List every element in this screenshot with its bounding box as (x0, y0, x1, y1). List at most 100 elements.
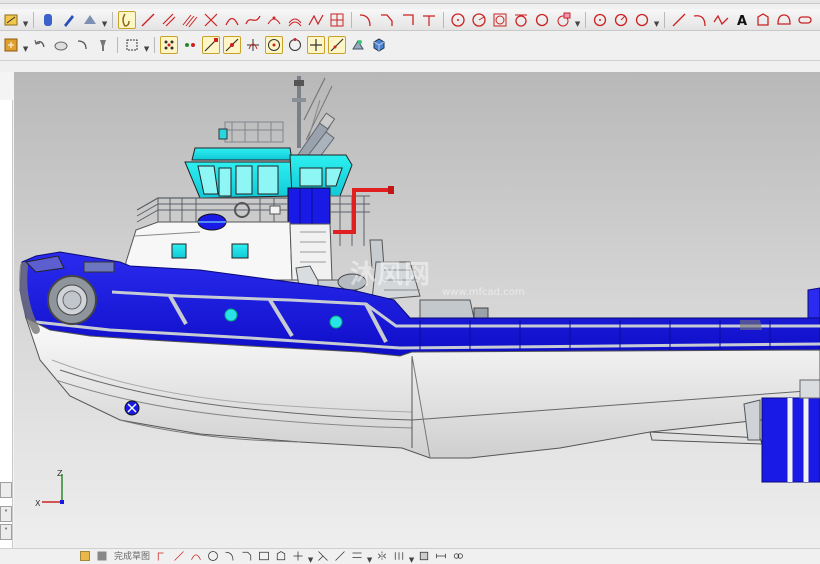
circle-pt-icon[interactable] (612, 11, 630, 29)
polygon-icon[interactable] (274, 549, 288, 562)
multi-line-icon[interactable] (181, 11, 199, 29)
extend-icon[interactable] (420, 11, 438, 29)
graphics-viewport[interactable]: 沐风网 www.mfcad.com Z X (14, 72, 820, 548)
endpoint-icon[interactable] (202, 36, 220, 54)
snap-icon[interactable] (2, 36, 20, 54)
shape-icon[interactable] (775, 11, 793, 29)
midpoint-icon[interactable] (223, 36, 241, 54)
triad-z-label: Z (57, 469, 63, 478)
quadrant-icon[interactable] (286, 36, 304, 54)
mirror-icon[interactable] (375, 549, 389, 562)
control-point-icon[interactable] (244, 36, 262, 54)
select-box-icon[interactable] (123, 36, 141, 54)
circle-tangent-icon[interactable] (512, 11, 530, 29)
intersection-icon[interactable] (307, 36, 325, 54)
point-icon[interactable] (291, 549, 305, 562)
parallel-lines-icon[interactable] (160, 11, 178, 29)
arc-center-icon[interactable] (265, 36, 283, 54)
view-cube-icon[interactable] (370, 36, 388, 54)
offset-curve-icon[interactable] (286, 11, 304, 29)
zigzag-icon[interactable] (712, 11, 730, 29)
dropdown-arrow-icon[interactable]: ▼ (102, 12, 107, 28)
toolbar-top-partial (0, 0, 820, 4)
profile-icon[interactable] (155, 549, 169, 562)
dropdown-arrow-icon[interactable]: ▼ (23, 37, 28, 53)
undo-icon[interactable] (31, 36, 49, 54)
spline-icon[interactable] (244, 11, 262, 29)
corner-icon[interactable] (399, 11, 417, 29)
ellipse-icon[interactable] (591, 11, 609, 29)
dropdown-arrow-icon[interactable]: ▼ (308, 548, 313, 564)
chevron-down-icon[interactable]: ˅ (0, 506, 12, 522)
relation-icon[interactable] (451, 549, 465, 562)
dropdown-arrow-icon[interactable]: ▼ (409, 548, 414, 564)
circle-icon[interactable] (206, 549, 220, 562)
arc-3pt-icon[interactable] (265, 11, 283, 29)
text-icon[interactable]: A (733, 11, 751, 29)
pin-icon[interactable] (94, 36, 112, 54)
polygon-icon[interactable] (754, 11, 772, 29)
grid-icon[interactable] (328, 11, 346, 29)
dimension-icon[interactable] (434, 549, 448, 562)
toolbar-separator (664, 11, 665, 28)
toolbar-separator (33, 11, 34, 28)
offset-icon[interactable] (350, 549, 364, 562)
circle-3pt-icon[interactable] (533, 11, 551, 29)
chamfer-icon[interactable] (240, 549, 254, 562)
line-icon[interactable] (172, 549, 186, 562)
plane-icon[interactable] (81, 11, 99, 29)
dropdown-arrow-icon[interactable]: ▼ (23, 12, 28, 28)
hook-point-icon[interactable] (73, 36, 91, 54)
dropdown-arrow-icon[interactable]: ▼ (575, 12, 580, 28)
constraint-icon[interactable] (417, 549, 431, 562)
circle-square-icon[interactable] (491, 11, 509, 29)
circle-edit-icon[interactable] (554, 11, 572, 29)
chamfer-icon[interactable] (378, 11, 396, 29)
pen-icon[interactable] (60, 11, 78, 29)
toolbar-separator (351, 11, 352, 28)
arc-free-icon[interactable] (691, 11, 709, 29)
pattern-icon[interactable] (392, 549, 406, 562)
toolbar-separator (154, 37, 155, 53)
line-icon[interactable] (139, 11, 157, 29)
cross-lines-icon[interactable] (202, 11, 220, 29)
hook-icon[interactable] (118, 10, 136, 29)
sketch-icon[interactable] (2, 11, 20, 29)
finish-sketch-label[interactable]: 完成草图 (112, 549, 152, 562)
finish-sketch-icon[interactable] (78, 549, 92, 562)
fillet-icon[interactable] (223, 549, 237, 562)
navigator-panel: ˅ ˅ (0, 72, 15, 560)
fillet-icon[interactable] (357, 11, 375, 29)
arc-icon[interactable] (223, 11, 241, 29)
dropdown-arrow-icon[interactable]: ▼ (367, 548, 372, 564)
panel-scroll-button[interactable] (0, 482, 12, 498)
extend-icon[interactable] (333, 549, 347, 562)
toolbar-separator (585, 11, 586, 28)
watermark: 沐风网 (350, 260, 432, 290)
toolbar-selection: ▼ ▼ (0, 34, 385, 56)
svg-text:A: A (737, 14, 747, 28)
snap-multi-icon[interactable] (181, 36, 199, 54)
sketch-toolbar: 完成草图 ▼ ▼ ▼ (78, 548, 465, 564)
line-free-icon[interactable] (670, 11, 688, 29)
on-curve-icon[interactable] (328, 36, 346, 54)
bridge-curve-icon[interactable] (307, 11, 325, 29)
circle-rad-icon[interactable] (633, 11, 651, 29)
slot-icon[interactable] (796, 11, 814, 29)
chevron-down-icon[interactable]: ˅ (0, 524, 12, 540)
toolbar-separator (117, 37, 118, 53)
circle-center-icon[interactable] (470, 11, 488, 29)
rectangle-icon[interactable] (257, 549, 271, 562)
dropdown-arrow-icon[interactable]: ▼ (144, 37, 149, 53)
watermark-url: www.mfcad.com (442, 287, 525, 298)
cylinder-icon[interactable] (39, 11, 57, 29)
dropdown-arrow-icon[interactable]: ▼ (654, 12, 659, 28)
point-on-surface-icon[interactable] (349, 36, 367, 54)
circle-icon[interactable] (449, 11, 467, 29)
sketch-grid-icon[interactable] (95, 549, 109, 562)
snap-point-icon[interactable] (160, 36, 178, 54)
cloud-icon[interactable] (52, 36, 70, 54)
arc-icon[interactable] (189, 549, 203, 562)
toolbar-curve: ▼ ▼ ▼ ▼ A (0, 9, 820, 31)
trim-icon[interactable] (316, 549, 330, 562)
